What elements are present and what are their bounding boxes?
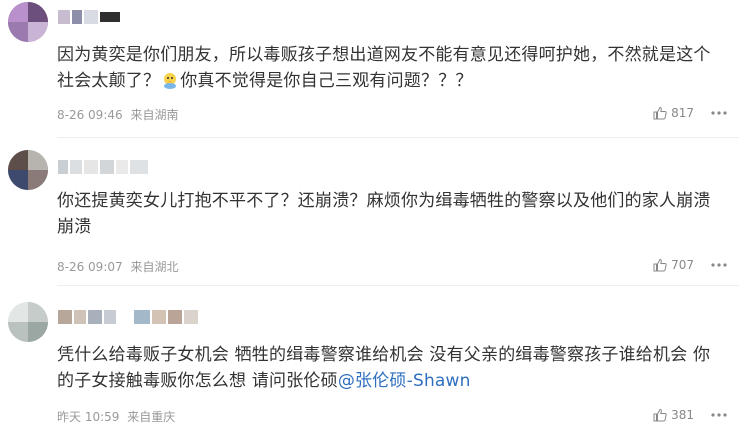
username-blurred[interactable] <box>58 10 120 24</box>
timestamp: 8-26 09:07 <box>57 260 123 274</box>
comment-text: 因为黄奕是你们朋友，所以毒贩孩子想出道网友不能有意见还得呵护她，不然就是这个社会… <box>57 45 711 91</box>
more-dots-icon <box>711 413 727 417</box>
more-button[interactable] <box>707 106 731 120</box>
username-blurred[interactable] <box>58 160 148 174</box>
location-source: 来自湖南 <box>130 108 179 122</box>
thumbs-up-icon <box>653 408 667 422</box>
like-button[interactable]: 381 <box>653 408 694 422</box>
avatar[interactable] <box>8 302 48 342</box>
comment-3: 凭什么给毒贩子女机会 牺牲的缉毒警察谁给机会 没有父亲的缉毒警察孩子谁给机会 你… <box>0 286 739 429</box>
comment-meta: 8-26 09:07 来自湖北 <box>57 258 178 275</box>
location-source: 来自湖北 <box>130 260 179 274</box>
comment-1: 因为黄奕是你们朋友，所以毒贩孩子想出道网友不能有意见还得呵护她，不然就是这个社会… <box>0 0 739 138</box>
comment-meta: 昨天 10:59 来自重庆 <box>57 408 175 425</box>
like-button[interactable]: 817 <box>653 106 694 120</box>
comment-text: 凭什么给毒贩子女机会 牺牲的缉毒警察谁给机会 没有父亲的缉毒警察孩子谁给机会 你… <box>57 345 711 391</box>
more-button[interactable] <box>707 408 731 422</box>
comment-2: 你还提黄奕女儿打抱不平不了？还崩溃？麻烦你为缉毒牺牲的警察以及他们的家人崩溃崩溃… <box>0 138 739 286</box>
like-button[interactable]: 707 <box>653 258 694 272</box>
more-dots-icon <box>711 111 727 115</box>
more-button[interactable] <box>707 258 731 272</box>
mention-link[interactable]: @张伦硕-Shawn <box>338 371 471 391</box>
avatar[interactable] <box>8 2 48 42</box>
comment-text: 你还提黄奕女儿打抱不平不了？还崩溃？麻烦你为缉毒牺牲的警察以及他们的家人崩溃崩溃 <box>57 191 711 237</box>
like-count: 707 <box>671 258 694 272</box>
username-blurred[interactable] <box>58 310 198 324</box>
avatar[interactable] <box>8 150 48 190</box>
more-dots-icon <box>711 263 727 267</box>
thumbs-up-icon <box>653 258 667 272</box>
like-count: 381 <box>671 408 694 422</box>
timestamp: 8-26 09:46 <box>57 108 123 122</box>
timestamp: 昨天 10:59 <box>57 410 120 424</box>
location-source: 来自重庆 <box>127 410 176 424</box>
like-count: 817 <box>671 106 694 120</box>
thumbs-up-icon <box>653 106 667 120</box>
baby-chick-emoji-icon <box>161 71 179 89</box>
comment-meta: 8-26 09:46 来自湖南 <box>57 106 178 123</box>
